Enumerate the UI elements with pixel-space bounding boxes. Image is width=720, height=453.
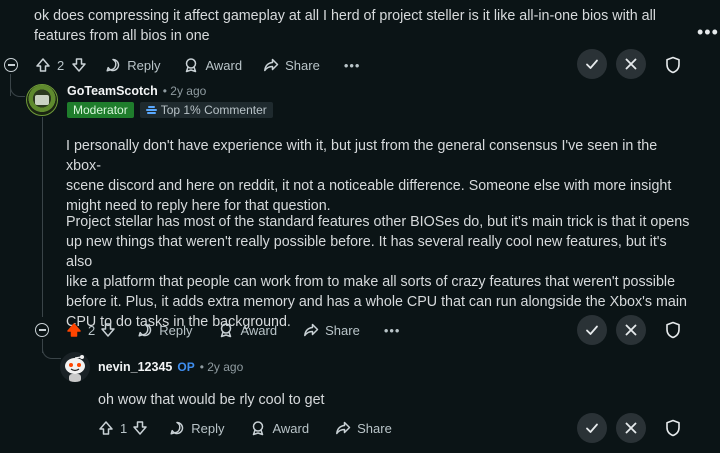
moderator-badge: Moderator	[67, 102, 134, 118]
comment-text-line: I personally don't have experience with …	[66, 138, 658, 174]
downvote-button[interactable]	[132, 420, 148, 436]
collapse-thread-button[interactable]	[4, 58, 18, 72]
upvote-button[interactable]: 2	[35, 57, 64, 73]
share-label: Share	[325, 322, 360, 338]
share-icon	[304, 323, 319, 337]
snoo-avatar-icon	[65, 355, 85, 382]
comment-text-line: oh wow that would be rly cool to get	[98, 392, 325, 408]
comment-text-line: up new things that weren't really possib…	[66, 234, 667, 270]
close-icon	[625, 324, 637, 336]
award-button[interactable]: Award	[250, 420, 309, 436]
avatar[interactable]	[26, 84, 58, 116]
share-button[interactable]: Share	[303, 322, 360, 338]
user-flair: Moderator Top 1% Commenter	[67, 102, 273, 118]
approve-button[interactable]	[577, 49, 607, 79]
downvote-button[interactable]	[100, 322, 116, 338]
comment-body: I personally don't have experience with …	[66, 136, 696, 216]
avatar-emblem	[35, 95, 49, 105]
more-actions-button[interactable]: •••	[344, 58, 361, 73]
close-icon	[625, 422, 637, 434]
username[interactable]: nevin_12345	[98, 360, 172, 374]
top-commenter-icon	[145, 105, 157, 114]
comment-body: ok does compressing it affect gameplay a…	[34, 6, 684, 46]
reply-icon	[138, 323, 152, 337]
comment-text-line: Project stellar has most of the standard…	[66, 214, 690, 230]
top-commenter-label: Top 1% Commenter	[160, 103, 267, 117]
upvote-icon-active	[67, 323, 81, 337]
comment-body: Project stellar has most of the standard…	[66, 212, 696, 332]
comment-actions: 2 Reply Award Share •••	[35, 55, 360, 75]
reply-button[interactable]: Reply	[137, 322, 192, 338]
reply-button[interactable]: Reply	[169, 420, 224, 436]
check-icon	[586, 325, 598, 335]
comment-text-line: ok does compressing it affect gameplay a…	[34, 8, 656, 24]
op-badge: OP	[177, 360, 195, 374]
award-label: Award	[205, 57, 243, 73]
award-button[interactable]: Award	[183, 57, 242, 73]
vote-count: 2	[57, 57, 65, 73]
comment-body: oh wow that would be rly cool to get	[98, 390, 325, 410]
comment-text-line: features from all bios in one	[34, 28, 210, 44]
mod-shield-icon[interactable]	[665, 321, 681, 344]
share-button[interactable]: Share	[335, 420, 392, 436]
share-label: Share	[285, 57, 320, 73]
reply-icon	[170, 421, 184, 435]
thread-branch	[42, 340, 61, 359]
comment-header: GoTeamScotch • 2y ago	[67, 84, 206, 98]
timestamp: • 2y ago	[199, 360, 244, 374]
avatar[interactable]	[60, 352, 90, 382]
share-icon	[264, 58, 279, 72]
collapse-thread-button[interactable]	[35, 323, 49, 337]
comment-text-line: like a platform that people can work fro…	[66, 274, 676, 290]
more-options-icon[interactable]: •••	[697, 22, 719, 43]
reply-button[interactable]: Reply	[105, 57, 160, 73]
comment-header: nevin_12345 OP • 2y ago	[98, 360, 243, 374]
reply-label: Reply	[159, 322, 193, 338]
reply-label: Reply	[191, 420, 225, 436]
comment-text-line: before it. Plus, it adds extra memory an…	[66, 294, 688, 310]
share-button[interactable]: Share	[263, 57, 320, 73]
thread-branch	[10, 80, 25, 97]
approve-button[interactable]	[577, 413, 607, 443]
mod-shield-icon[interactable]	[665, 419, 681, 442]
downvote-icon	[133, 421, 147, 435]
award-label: Award	[272, 420, 310, 436]
award-label: Award	[240, 322, 278, 338]
upvote-button[interactable]: 1	[98, 420, 127, 436]
downvote-button[interactable]	[71, 57, 87, 73]
reply-icon	[106, 58, 120, 72]
comment-text-line: scene discord and here on reddit, it not…	[66, 178, 672, 194]
reply-label: Reply	[127, 57, 161, 73]
approve-button[interactable]	[577, 315, 607, 345]
upvote-icon	[99, 421, 113, 435]
vote-count: 2	[88, 322, 96, 338]
close-icon	[625, 58, 637, 70]
comment-actions: 2 Reply Award Share •••	[66, 320, 400, 340]
mod-shield-icon[interactable]	[665, 56, 681, 79]
vote-count: 1	[120, 420, 128, 436]
award-icon	[253, 421, 264, 436]
award-button[interactable]: Award	[218, 322, 277, 338]
remove-button[interactable]	[616, 413, 646, 443]
remove-button[interactable]	[616, 49, 646, 79]
award-icon	[221, 323, 232, 338]
downvote-icon	[72, 58, 86, 72]
comment-actions: 1 Reply Award Share	[98, 418, 392, 438]
thread-line	[42, 117, 43, 317]
more-actions-button[interactable]: •••	[384, 323, 401, 338]
username[interactable]: GoTeamScotch	[67, 84, 158, 98]
check-icon	[586, 59, 598, 69]
timestamp: • 2y ago	[162, 84, 207, 98]
check-icon	[586, 423, 598, 433]
downvote-icon	[101, 323, 115, 337]
upvote-button[interactable]: 2	[66, 322, 95, 338]
share-icon	[336, 421, 351, 435]
award-icon	[186, 58, 197, 73]
upvote-icon	[36, 58, 50, 72]
top-commenter-badge: Top 1% Commenter	[139, 102, 273, 118]
remove-button[interactable]	[616, 315, 646, 345]
share-label: Share	[357, 420, 392, 436]
